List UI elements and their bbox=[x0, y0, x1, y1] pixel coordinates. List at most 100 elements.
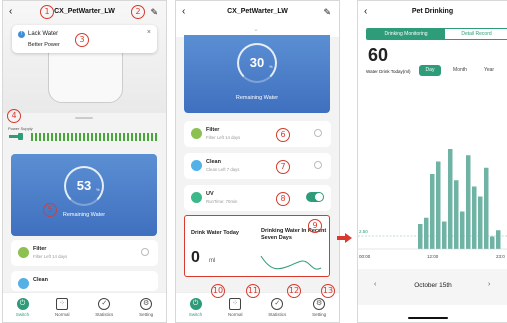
close-icon[interactable]: × bbox=[147, 29, 151, 36]
chart-bar bbox=[490, 236, 495, 249]
tab-drinking-monitoring[interactable]: Drinking Monitoring bbox=[367, 29, 445, 39]
clean-reset-radio[interactable] bbox=[314, 161, 322, 169]
annotation-9: 9 bbox=[308, 219, 322, 233]
tab-switch[interactable]: ⏻ Switch bbox=[16, 298, 29, 317]
chart-icon: ✓ bbox=[271, 298, 284, 310]
annotation-10: 10 bbox=[211, 284, 225, 298]
filter-card[interactable]: Filter Filter Left 14 days bbox=[11, 240, 158, 266]
back-icon[interactable]: ‹ bbox=[182, 1, 185, 23]
chart-bar bbox=[454, 180, 459, 249]
clean-icon bbox=[191, 160, 202, 171]
remaining-water-label: Remaining Water bbox=[235, 95, 279, 101]
clean-title: Clean bbox=[33, 277, 48, 283]
chart-bar bbox=[418, 224, 423, 249]
uv-toggle[interactable] bbox=[306, 192, 324, 202]
filter-subtitle: Filter Left 14 days bbox=[33, 254, 68, 259]
tab-normal[interactable]: ⁘ Normal bbox=[54, 298, 70, 317]
chart-bar bbox=[484, 167, 489, 249]
remaining-water-label: Remaining Water bbox=[62, 212, 106, 218]
filter-icon bbox=[191, 128, 202, 139]
uv-title: UV bbox=[206, 191, 214, 197]
period-day[interactable]: Day bbox=[419, 65, 441, 76]
filter-title: Filter bbox=[33, 246, 47, 252]
power-icon: ⏻ bbox=[189, 298, 202, 310]
chart-bar bbox=[436, 161, 441, 249]
prev-date-icon[interactable]: ‹ bbox=[374, 281, 376, 288]
edit-icon[interactable]: ✎ bbox=[150, 1, 158, 23]
water-percent: 53 bbox=[76, 178, 92, 193]
tab-label: Normal bbox=[54, 312, 70, 317]
clean-icon bbox=[18, 278, 29, 289]
device-title: CX_PetWarter_LW bbox=[227, 8, 288, 15]
uv-card[interactable]: UV RunTime: 70min bbox=[184, 185, 331, 211]
filter-subtitle: Filter Left 14 days bbox=[206, 135, 241, 140]
next-date-icon[interactable]: › bbox=[488, 281, 490, 288]
phone-screen-main: ‹ CX_PetWarter_LW ✎ ! Lack Water Better … bbox=[2, 0, 167, 323]
chart-bar bbox=[448, 149, 453, 249]
edit-icon[interactable]: ✎ bbox=[323, 1, 331, 23]
tab-label: Statistics bbox=[268, 312, 287, 317]
tab-statistics[interactable]: ✓ Statistics bbox=[95, 298, 113, 317]
filter-card[interactable]: Filter Filter Left 14 days bbox=[184, 121, 331, 147]
filter-reset-radio[interactable] bbox=[314, 129, 322, 137]
power-label: Power Supply bbox=[8, 126, 33, 131]
period-month[interactable]: Month bbox=[450, 65, 470, 76]
tab-label: Switch bbox=[188, 312, 203, 317]
tab-label: Normal bbox=[227, 312, 243, 317]
tab-label: Switch bbox=[15, 312, 30, 317]
tab-setting[interactable]: ⚙ Setting bbox=[139, 298, 153, 317]
drink-total-value: 60 bbox=[368, 45, 389, 65]
annotation-2: 2 bbox=[131, 5, 145, 19]
grid-icon: ⁘ bbox=[229, 298, 242, 310]
drag-handle[interactable] bbox=[75, 117, 93, 119]
back-icon[interactable]: ‹ bbox=[9, 1, 12, 23]
x-tick-1: 12:00 bbox=[427, 254, 439, 259]
chart-bar bbox=[442, 221, 447, 249]
tab-switch[interactable]: ⏻ Switch bbox=[189, 298, 202, 317]
annotation-5: 5 bbox=[43, 203, 57, 217]
filter-title: Filter bbox=[206, 127, 220, 133]
current-date: October 15th bbox=[414, 282, 452, 289]
chart-bar bbox=[466, 155, 471, 249]
chart-bar bbox=[478, 196, 483, 249]
recent-trend-sparkline bbox=[260, 255, 322, 270]
annotation-13: 13 bbox=[321, 284, 335, 298]
power-icon: ⏻ bbox=[16, 298, 29, 310]
annotation-3: 3 bbox=[75, 33, 89, 47]
tab-setting[interactable]: ⚙ Setting bbox=[312, 298, 326, 317]
tab-label: Setting bbox=[139, 312, 154, 317]
tab-statistics[interactable]: ✓ Statistics bbox=[268, 298, 286, 317]
chart-bar bbox=[430, 174, 435, 249]
info-icon: ! bbox=[18, 31, 25, 38]
clean-title: Clean bbox=[206, 159, 221, 165]
period-year[interactable]: Year bbox=[481, 65, 497, 76]
tab-bar: ⏻ Switch ⁘ Normal ✓ Statistics ⚙ Setting bbox=[3, 292, 166, 322]
annotation-6: 6 bbox=[276, 128, 290, 142]
tab-label: Setting bbox=[312, 312, 327, 317]
segment-tabs: Drinking Monitoring Detail Record bbox=[366, 28, 507, 40]
tab-normal[interactable]: ⁘ Normal bbox=[227, 298, 243, 317]
collapse-chevron-icon[interactable]: ⌄ bbox=[253, 25, 259, 33]
water-percent-unit: % bbox=[269, 64, 273, 69]
uv-icon bbox=[191, 192, 202, 203]
chart-bar bbox=[472, 186, 477, 249]
gear-icon: ⚙ bbox=[313, 298, 326, 310]
power-level-bars bbox=[31, 133, 157, 141]
header: ‹ CX_PetWarter_LW ✎ bbox=[176, 1, 339, 23]
tab-detail-record[interactable]: Detail Record bbox=[445, 29, 507, 39]
tab-bar: ⏻ Switch ⁘ Normal ✓ Statistics ⚙ Setting bbox=[176, 292, 339, 322]
gear-icon: ⚙ bbox=[140, 298, 153, 310]
water-level-panel: 53 % Remaining Water bbox=[11, 154, 157, 236]
clean-card[interactable]: Clean Clean Left 7 days bbox=[184, 153, 331, 179]
date-bar: ‹ October 15th › bbox=[358, 269, 507, 305]
filter-reset-radio[interactable] bbox=[141, 248, 149, 256]
back-icon[interactable]: ‹ bbox=[364, 1, 367, 23]
home-indicator bbox=[408, 317, 448, 319]
reference-label: 2.50 bbox=[359, 229, 368, 234]
drink-today-label: Drink Water Today bbox=[191, 230, 239, 236]
clean-subtitle: Clean Left 7 days bbox=[206, 167, 240, 172]
chart-bar bbox=[496, 230, 501, 249]
clean-card[interactable]: Clean bbox=[11, 271, 158, 291]
x-tick-2: 23:0 bbox=[496, 254, 505, 259]
chart-icon: ✓ bbox=[98, 298, 111, 310]
